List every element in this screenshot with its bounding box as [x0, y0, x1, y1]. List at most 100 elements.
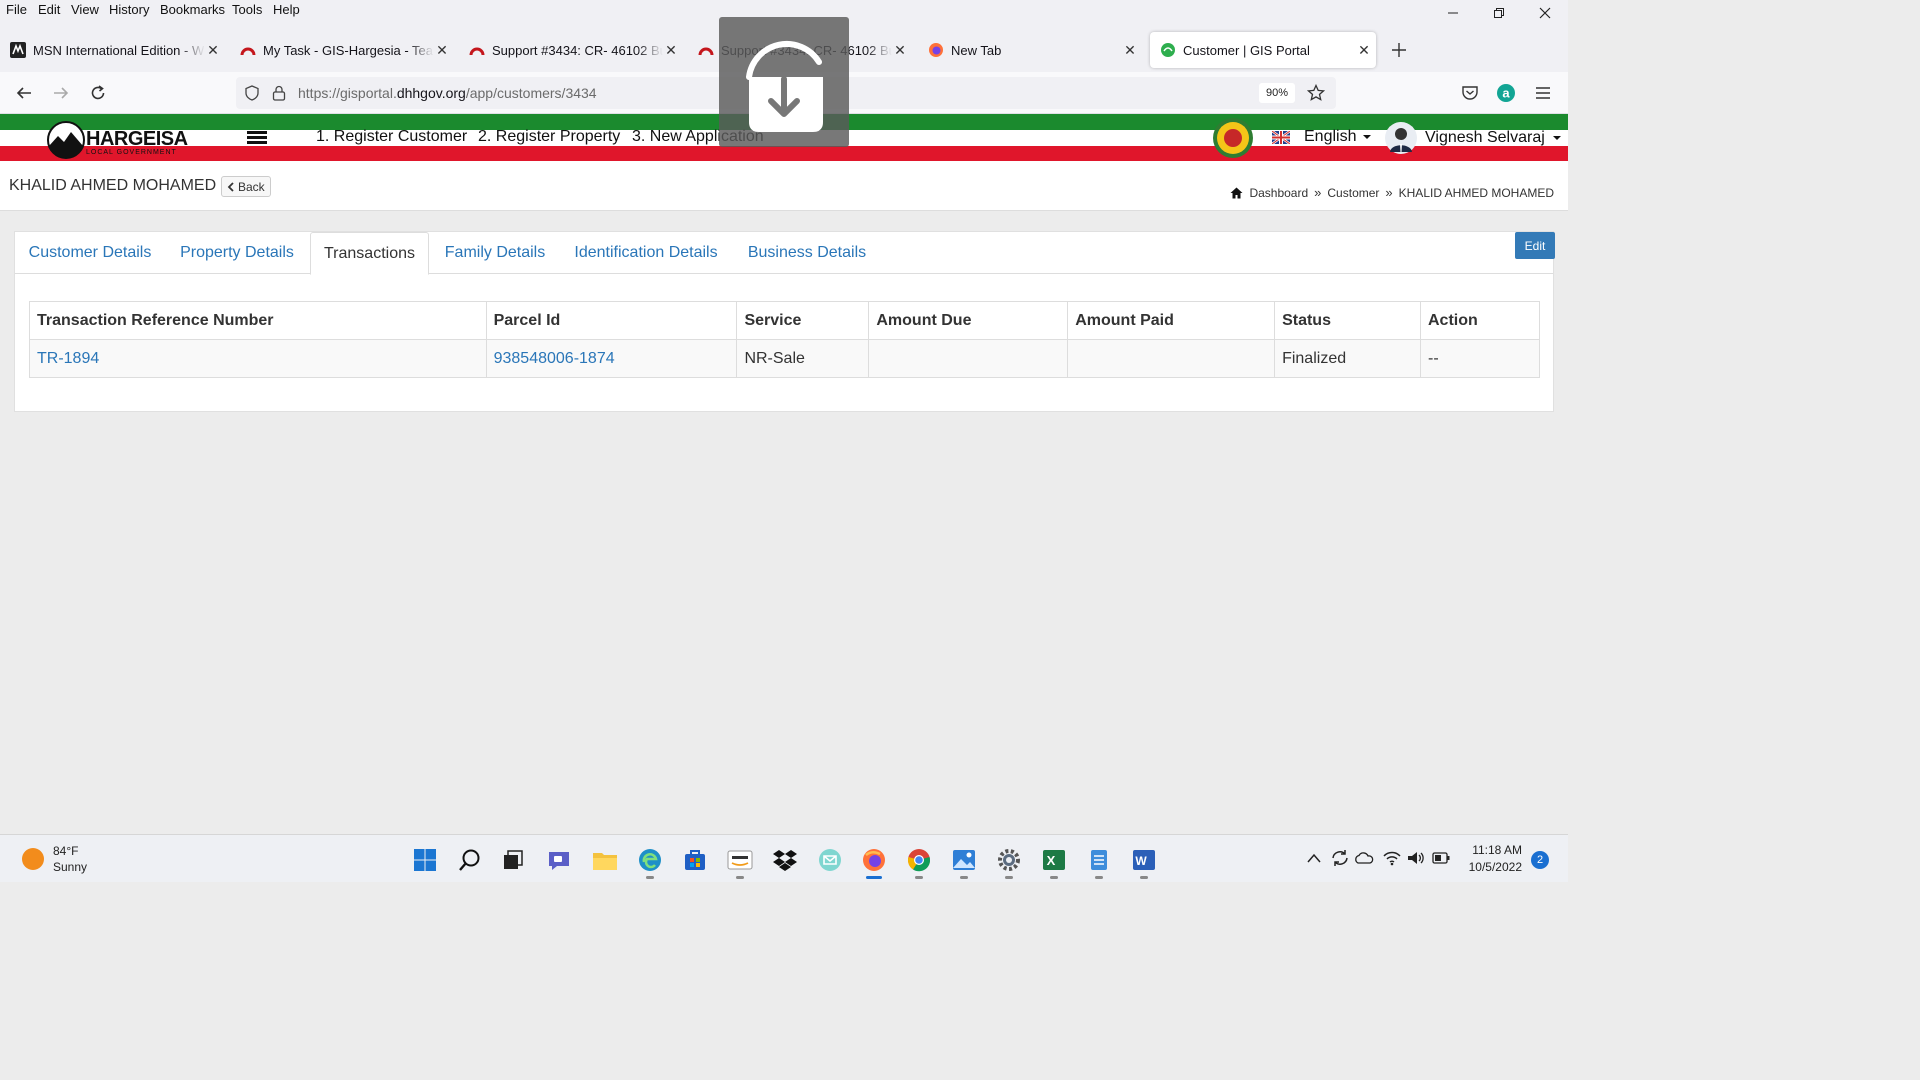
- close-window-button[interactable]: [1530, 4, 1560, 22]
- browser-tab-teams[interactable]: My Task - GIS-Hargesia - Teams ✕: [230, 32, 454, 68]
- breadcrumb-dashboard[interactable]: Dashboard: [1249, 186, 1308, 200]
- tab-title: New Tab: [951, 42, 1002, 58]
- tab-close-icon[interactable]: ✕: [663, 42, 679, 58]
- settings-button[interactable]: [996, 847, 1022, 873]
- tab-close-icon[interactable]: ✕: [434, 42, 450, 58]
- menu-view[interactable]: View: [71, 2, 99, 17]
- word-button[interactable]: W: [1131, 847, 1157, 873]
- arrow-right-icon: [54, 87, 69, 99]
- menu-edit[interactable]: Edit: [38, 2, 60, 17]
- nav-register-property[interactable]: 2. Register Property: [478, 128, 620, 146]
- task-view-button[interactable]: [500, 847, 526, 873]
- edge-icon: [639, 849, 661, 871]
- weather-widget[interactable]: 84°F Sunny: [22, 843, 87, 875]
- tab-close-icon[interactable]: ✕: [892, 42, 908, 58]
- transaction-ref-link[interactable]: TR-1894: [37, 350, 99, 367]
- menu-file[interactable]: File: [6, 2, 27, 17]
- edit-button[interactable]: Edit: [1515, 232, 1555, 259]
- minimize-button[interactable]: [1438, 4, 1468, 22]
- menu-tools[interactable]: Tools: [232, 2, 262, 17]
- store-button[interactable]: [682, 847, 708, 873]
- tab-close-icon[interactable]: ✕: [1356, 42, 1372, 58]
- dropbox-icon: [773, 850, 797, 871]
- mail-app-button[interactable]: [817, 847, 843, 873]
- photos-button[interactable]: [951, 847, 977, 873]
- parcel-id-link[interactable]: 938548006-1874: [494, 350, 615, 367]
- chrome-button[interactable]: [906, 847, 932, 873]
- dropbox-button[interactable]: [772, 847, 798, 873]
- excel-button[interactable]: X: [1041, 847, 1067, 873]
- column-header: Transaction Reference Number: [29, 301, 487, 340]
- reload-button[interactable]: [86, 81, 110, 105]
- app-menu-button[interactable]: [1531, 81, 1555, 105]
- tab-property-details[interactable]: Property Details: [175, 232, 299, 274]
- star-icon[interactable]: [1307, 84, 1325, 102]
- breadcrumb-customer[interactable]: Customer: [1327, 186, 1379, 200]
- notepad-button[interactable]: [1086, 847, 1112, 873]
- cell-status: Finalized: [1274, 339, 1421, 378]
- download-animation-overlay: [719, 17, 849, 147]
- lock-icon[interactable]: [272, 85, 286, 101]
- system-clock[interactable]: 11:18 AM 10/5/2022: [1462, 842, 1522, 876]
- sync-icon[interactable]: [1330, 849, 1350, 867]
- back-button[interactable]: Back: [221, 176, 271, 197]
- shield-icon[interactable]: [244, 85, 260, 101]
- restore-icon: [1494, 8, 1504, 18]
- excel-icon: X: [1043, 850, 1065, 870]
- edge-button[interactable]: [637, 847, 663, 873]
- caret-down-icon: [1363, 135, 1372, 139]
- redmine-icon: [698, 47, 714, 56]
- store-icon: [685, 850, 705, 870]
- wifi-icon[interactable]: [1383, 850, 1401, 866]
- browser-tab-new[interactable]: New Tab ✕: [918, 32, 1142, 68]
- browser-tab-support-1[interactable]: Support #3434: CR- 46102 Buye ✕: [459, 32, 683, 68]
- tab-customer-details[interactable]: Customer Details: [15, 232, 165, 274]
- column-header: Action: [1420, 301, 1540, 340]
- tab-business-details[interactable]: Business Details: [743, 232, 871, 274]
- cell-amount-due: [868, 339, 1069, 378]
- forward-nav-button[interactable]: [49, 81, 73, 105]
- restore-button[interactable]: [1484, 4, 1514, 22]
- menu-help[interactable]: Help: [273, 2, 300, 17]
- tab-transactions[interactable]: Transactions: [310, 232, 429, 275]
- flag-stripe-red: [0, 146, 1568, 161]
- menu-bookmarks[interactable]: Bookmarks: [160, 2, 225, 17]
- menu-history[interactable]: History: [109, 2, 149, 17]
- back-nav-button[interactable]: [12, 81, 36, 105]
- volume-icon[interactable]: [1407, 850, 1425, 866]
- pocket-button[interactable]: [1458, 81, 1482, 105]
- language-selector[interactable]: English: [1272, 128, 1372, 146]
- tab-identification-details[interactable]: Identification Details: [565, 232, 727, 274]
- account-button[interactable]: a: [1494, 81, 1518, 105]
- browser-tab-msn[interactable]: MSN International Edition - Wor ✕: [0, 32, 225, 68]
- chat-button[interactable]: [546, 847, 572, 873]
- firefox-taskbar-button[interactable]: [861, 847, 887, 873]
- onedrive-icon[interactable]: [1354, 851, 1374, 865]
- zoom-level-badge[interactable]: 90%: [1259, 83, 1295, 103]
- user-menu[interactable]: Vignesh Selvaraj: [1385, 122, 1562, 154]
- pocket-icon: [1462, 86, 1478, 100]
- tab-title: Customer | GIS Portal: [1183, 42, 1310, 58]
- chevron-up-icon[interactable]: [1306, 852, 1322, 864]
- svg-text:a: a: [1502, 86, 1510, 101]
- hargeisa-logo[interactable]: HARGEISA LOCAL GOVERNMENT: [46, 118, 196, 159]
- notification-badge[interactable]: 2: [1531, 851, 1549, 869]
- url-text[interactable]: https://gisportal.dhhgov.org/app/custome…: [298, 85, 597, 101]
- task-view-icon: [504, 850, 523, 869]
- nav-register-customer[interactable]: 1. Register Customer: [316, 128, 467, 146]
- clock-date: 10/5/2022: [1468, 860, 1522, 874]
- sidebar-toggle-button[interactable]: [247, 131, 267, 145]
- tab-close-icon[interactable]: ✕: [1122, 42, 1138, 58]
- amazon-button[interactable]: [727, 847, 753, 873]
- battery-icon[interactable]: [1432, 852, 1450, 864]
- browser-tab-gis-portal[interactable]: Customer | GIS Portal ✕: [1150, 32, 1376, 68]
- tab-close-icon[interactable]: ✕: [205, 42, 221, 58]
- file-explorer-button[interactable]: [592, 847, 618, 873]
- search-button[interactable]: [457, 847, 483, 873]
- tab-family-details[interactable]: Family Details: [439, 232, 551, 274]
- running-indicator: [1140, 876, 1148, 879]
- word-icon: W: [1133, 850, 1155, 870]
- start-button[interactable]: [412, 847, 438, 873]
- breadcrumb-separator: »: [1385, 185, 1393, 200]
- new-tab-button[interactable]: [1389, 40, 1409, 60]
